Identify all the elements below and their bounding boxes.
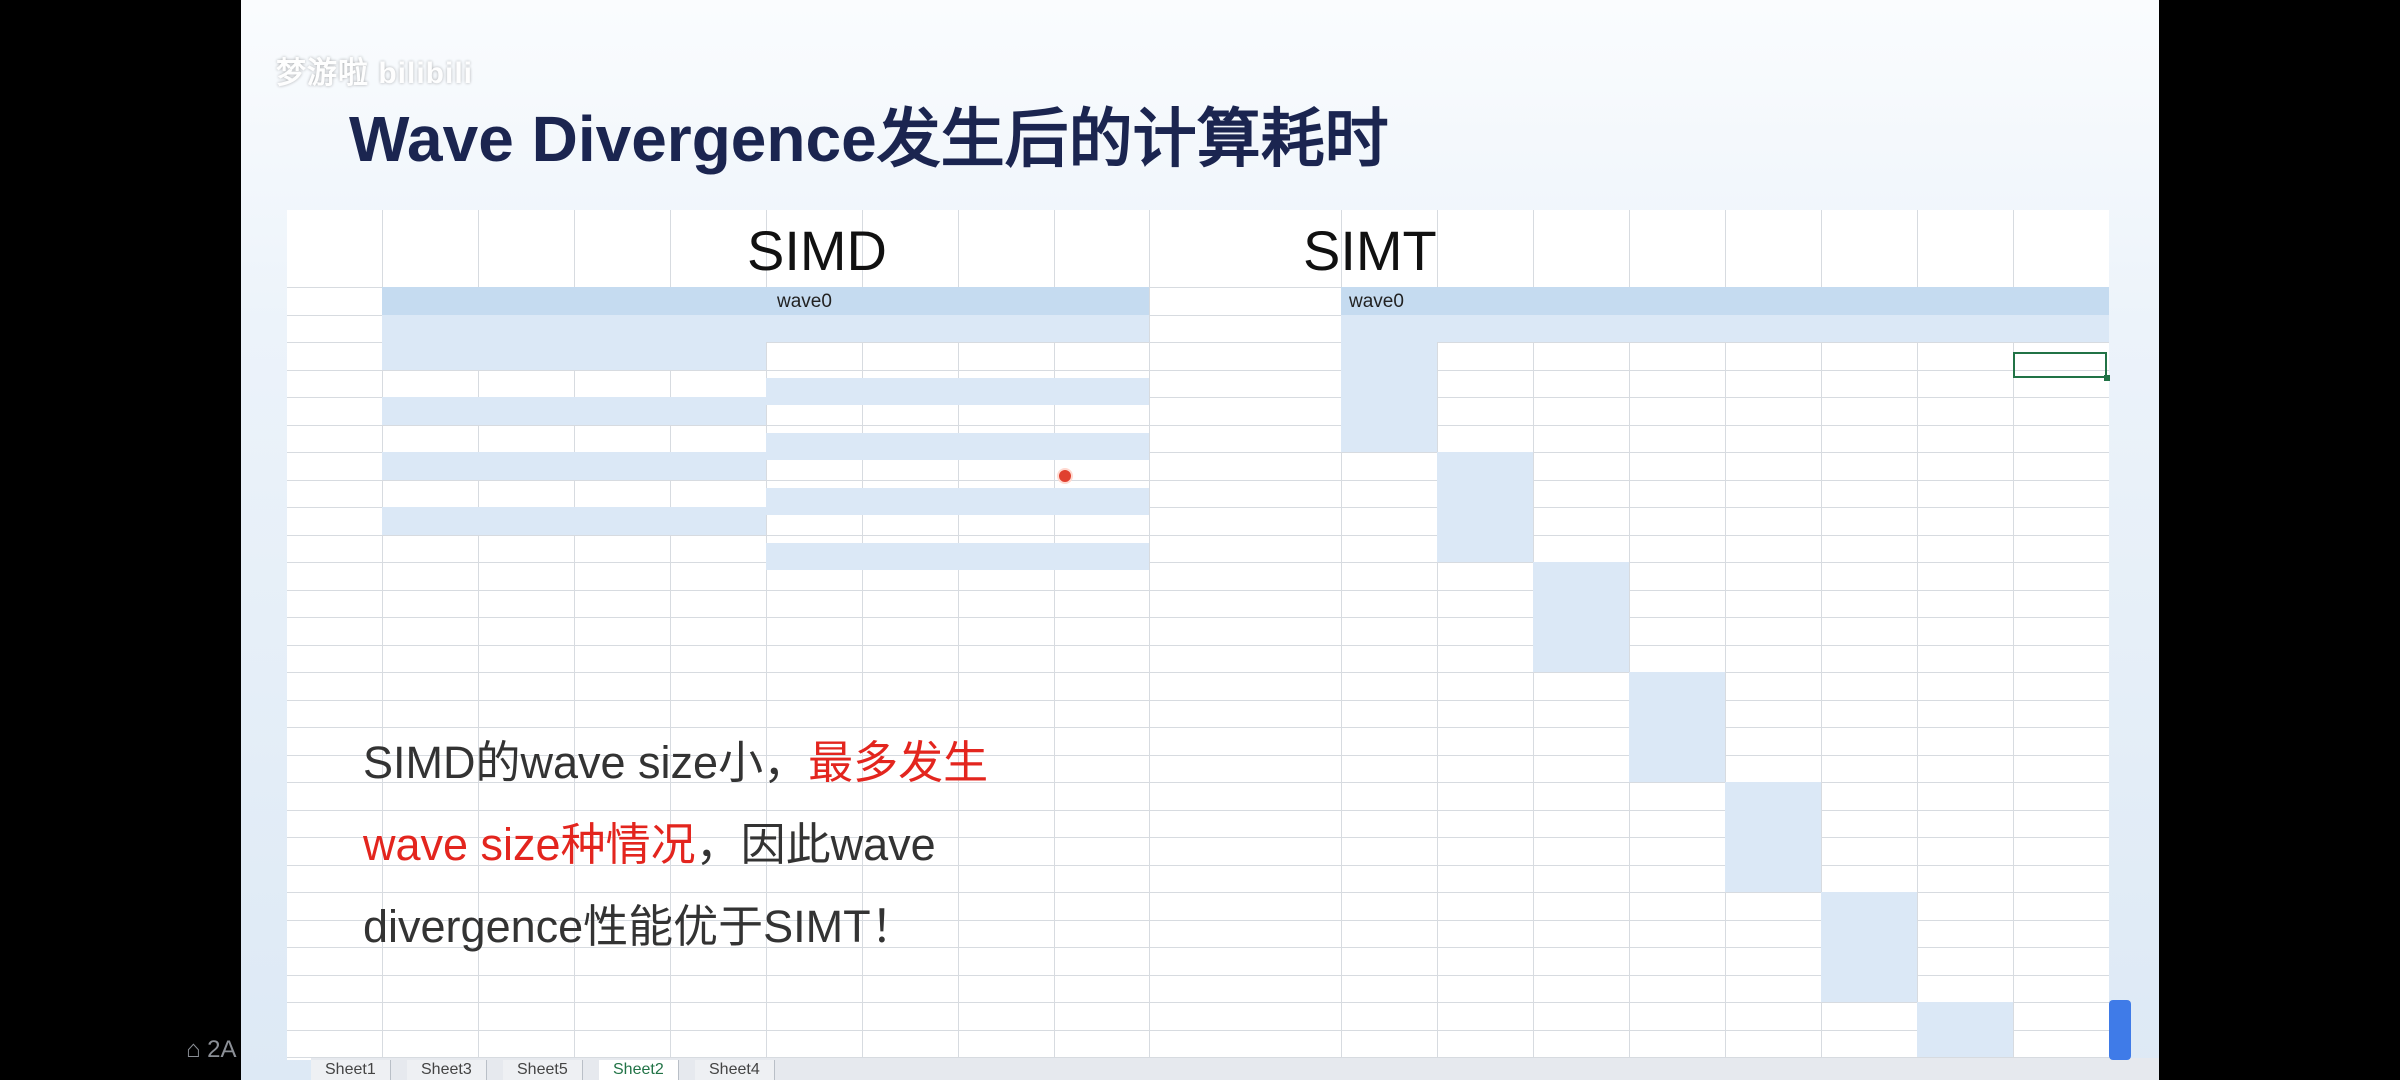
simt-thread-fill [1341,314,2109,342]
simt-case-fill [1533,562,1629,672]
slide-title: Wave Divergence发生后的计算耗时 [349,103,1389,175]
grid-col-line [1149,210,1150,1060]
simd-wave-label: wave0 [777,291,832,312]
note-line-3: divergence性能优于SIMT！ [363,901,916,952]
grid-row-line [287,369,2109,371]
note-line-2-part-a: wave size种情况 [363,819,696,870]
simt-case-fill [1341,342,1437,452]
note-line-1-part-b: 最多发生 [808,737,989,788]
note-line-2: wave size种情况，因此wave [363,804,1143,886]
grid-row-line [287,1029,2109,1031]
note-line-1-part-a: SIMD的wave size小， [363,737,809,788]
sheet-tab[interactable]: Sheet5 [503,1060,583,1080]
viewer-icon: ⌂ [186,1036,201,1063]
simt-case-fill [1629,672,1725,782]
simd-thread-fill [382,314,1149,342]
grid-row-line [287,617,2109,618]
simt-case-fill [1821,892,1917,1002]
simd-wave-fill [382,287,1149,315]
simd-row-fill [382,342,766,370]
simt-case-fill [1437,452,1533,562]
grid-row-line [287,699,2109,701]
sheet-tab[interactable]: Sheet3 [407,1060,487,1080]
scroll-handle[interactable] [2109,1000,2131,1060]
grid-row-line [287,672,2109,673]
sheet-tab-bar: Sheet1 Sheet3 Sheet5 Sheet2 Sheet4 [311,1058,2159,1080]
bilibili-watermark: 梦游啦 bilibili [276,57,473,90]
simt-header: SIMT [1303,219,1437,282]
grid-row-line [287,424,2109,426]
selected-cell[interactable] [2013,352,2107,378]
sheet-tab[interactable]: Sheet4 [695,1060,775,1080]
mouse-pointer-dot [1057,468,1073,484]
simd-row-fill [382,507,766,535]
note-line-2-part-b: ，因此wave [695,819,936,870]
grid-row-line [287,644,2109,646]
grid-row-line [287,534,2109,536]
simt-wave-fill [1341,287,2109,315]
simt-wave-label: wave0 [1349,291,1404,312]
simd-row-fill [382,397,766,425]
fill-handle[interactable] [2104,375,2110,381]
viewer-count: ⌂ 2A [186,1036,237,1064]
simd-header: SIMD [747,219,887,282]
sheet-tab[interactable]: Sheet2 [599,1060,679,1080]
note-text: SIMD的wave size小，最多发生 wave size种情况，因此wave… [363,722,1143,968]
grid-row-line [287,589,2109,591]
simt-case-fill [1725,782,1821,892]
simd-row-fill [382,452,766,480]
note-line-1: SIMD的wave size小，最多发生 [363,722,1143,804]
viewer-count-text: 2A [207,1036,237,1063]
simd-row-fill [766,487,1149,515]
simd-row-fill [766,432,1149,460]
grid-row-line [287,562,2109,563]
slide: 梦游啦 bilibili Wave Divergence发生后的计算耗时 SIM… [241,0,2159,1080]
simd-row-fill [766,542,1149,570]
grid-row-line [287,479,2109,481]
simd-row-fill [766,377,1149,405]
simt-case-fill [1917,1002,2013,1057]
grid-row-line [287,1002,2109,1003]
sheet-tab[interactable]: Sheet1 [311,1060,391,1080]
